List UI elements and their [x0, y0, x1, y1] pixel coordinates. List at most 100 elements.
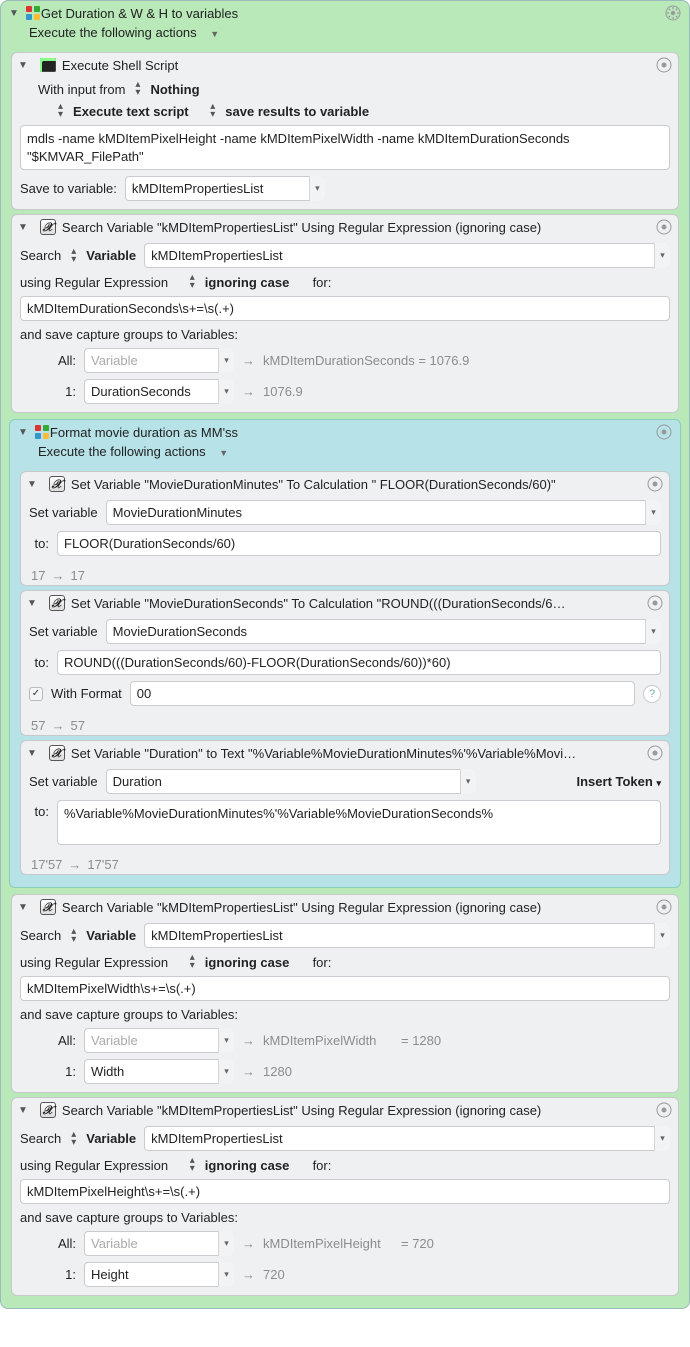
regex-field[interactable] [20, 976, 670, 1001]
arrow-icon: → [242, 1236, 255, 1251]
chevron-down-icon[interactable]: ▾ [654, 243, 670, 268]
insert-token-button[interactable]: Insert Token ▾ [577, 774, 662, 789]
chevron-down-icon[interactable]: ▾ [218, 1059, 234, 1084]
case-option[interactable]: ignoring case [205, 955, 290, 970]
set-variable-label: Set variable [29, 774, 98, 789]
disclosure-triangle[interactable]: ▼ [27, 748, 37, 759]
search-type[interactable]: Variable [86, 1131, 136, 1146]
case-option[interactable]: ignoring case [205, 275, 290, 290]
capture-1-field[interactable] [84, 1059, 234, 1084]
group-title: Get Duration & W & H to variables [41, 6, 665, 21]
search-variable-field[interactable] [144, 243, 670, 268]
gear-icon[interactable] [656, 899, 672, 915]
add-action-chevron[interactable]: ▼ [219, 448, 228, 458]
chevron-down-icon[interactable]: ▾ [460, 769, 476, 794]
case-option[interactable]: ignoring case [205, 1158, 290, 1173]
chevron-down-icon[interactable]: ▾ [645, 500, 661, 525]
help-icon[interactable]: ? [643, 685, 661, 703]
gear-icon[interactable] [647, 595, 663, 611]
disclosure-triangle[interactable]: ▼ [18, 60, 28, 71]
chevron-down-icon[interactable]: ▾ [218, 1262, 234, 1287]
save-variable-field[interactable] [125, 176, 325, 201]
search-variable-field[interactable] [144, 923, 670, 948]
capture-1-field[interactable] [84, 379, 234, 404]
chevron-down-icon[interactable]: ▾ [218, 379, 234, 404]
to-label: to: [29, 655, 49, 670]
variable-name-field[interactable] [106, 769, 476, 794]
arrow-icon: → [242, 353, 255, 368]
for-label: for: [313, 1158, 332, 1173]
search-type[interactable]: Variable [86, 248, 136, 263]
disclosure-triangle[interactable]: ▼ [27, 479, 37, 490]
add-action-chevron[interactable]: ▼ [210, 29, 219, 39]
save-capture-label: and save capture groups to Variables: [20, 1210, 238, 1225]
stepper-icon[interactable] [190, 274, 195, 290]
action-set-duration-text: ▼ 𝒳 Set Variable "Duration" to Text "%Va… [20, 740, 670, 875]
regex-field[interactable] [20, 296, 670, 321]
stepper-icon[interactable] [71, 928, 76, 944]
gear-icon[interactable] [665, 5, 681, 21]
gear-icon[interactable] [647, 745, 663, 761]
stepper-icon[interactable] [71, 248, 76, 264]
stepper-icon[interactable] [71, 1131, 76, 1147]
stepper-icon[interactable] [210, 103, 215, 119]
action-title: Execute Shell Script [62, 58, 650, 73]
chevron-down-icon[interactable]: ▾ [218, 348, 234, 373]
gear-icon[interactable] [647, 476, 663, 492]
regex-field[interactable] [20, 1179, 670, 1204]
set-variable-label: Set variable [29, 505, 98, 520]
search-type[interactable]: Variable [86, 928, 136, 943]
calculation-field[interactable] [57, 531, 661, 556]
action-title: Set Variable "MovieDurationSeconds" To C… [71, 596, 641, 611]
one-label: 1: [36, 1064, 76, 1079]
chevron-down-icon[interactable]: ▾ [218, 1028, 234, 1053]
capture-all-field[interactable] [84, 1028, 234, 1053]
disclosure-triangle[interactable]: ▼ [18, 222, 28, 233]
stepper-icon[interactable] [190, 954, 195, 970]
all-label: All: [36, 1033, 76, 1048]
capture-all-field[interactable] [84, 1231, 234, 1256]
chevron-down-icon[interactable]: ▾ [645, 619, 661, 644]
disclosure-triangle[interactable]: ▼ [9, 8, 19, 19]
script-mode-1[interactable]: Execute text script [73, 104, 189, 119]
text-field[interactable]: %Variable%MovieDurationMinutes%'%Variabl… [57, 800, 661, 845]
variable-name-field[interactable] [106, 500, 661, 525]
chevron-down-icon[interactable]: ▾ [654, 1126, 670, 1151]
arrow-icon: → [242, 1267, 255, 1282]
variable-x-icon: 𝒳 [40, 1102, 56, 1118]
disclosure-triangle[interactable]: ▼ [18, 427, 28, 438]
terminal-icon [40, 58, 56, 72]
gear-icon[interactable] [656, 424, 672, 440]
input-from-value[interactable]: Nothing [150, 82, 199, 97]
stepper-icon[interactable] [58, 103, 63, 119]
disclosure-triangle[interactable]: ▼ [18, 1105, 28, 1116]
gear-icon[interactable] [656, 1102, 672, 1118]
calculation-field[interactable] [57, 650, 661, 675]
variable-x-icon: 𝒳 [40, 219, 56, 235]
save-capture-label: and save capture groups to Variables: [20, 327, 238, 342]
chevron-down-icon[interactable]: ▾ [309, 176, 325, 201]
capture-1-field[interactable] [84, 1262, 234, 1287]
format-field[interactable] [130, 681, 635, 706]
variable-name-field[interactable] [106, 619, 661, 644]
disclosure-triangle[interactable]: ▼ [18, 902, 28, 913]
script-mode-row: Execute text script save results to vari… [20, 103, 670, 119]
chevron-down-icon[interactable]: ▾ [654, 923, 670, 948]
gear-icon[interactable] [656, 57, 672, 73]
chevron-down-icon[interactable]: ▾ [218, 1231, 234, 1256]
search-variable-field[interactable] [144, 1126, 670, 1151]
stepper-icon[interactable] [135, 81, 140, 97]
with-format-checkbox[interactable] [29, 687, 43, 701]
input-from-label: With input from [38, 82, 125, 97]
capture-all-result-a: kMDItemPixelHeight [263, 1236, 393, 1251]
to-label: to: [29, 536, 49, 551]
script-mode-2[interactable]: save results to variable [225, 104, 369, 119]
action-set-movie-duration-minutes: ▼ 𝒳 Set Variable "MovieDurationMinutes" … [20, 471, 670, 586]
capture-all-result: kMDItemDurationSeconds = 1076.9 [263, 353, 469, 368]
capture-all-field[interactable] [84, 348, 234, 373]
capture-all-result-b: = 1280 [401, 1033, 441, 1048]
gear-icon[interactable] [656, 219, 672, 235]
disclosure-triangle[interactable]: ▼ [27, 598, 37, 609]
stepper-icon[interactable] [190, 1157, 195, 1173]
script-textarea[interactable]: mdls -name kMDItemPixelHeight -name kMDI… [20, 125, 670, 170]
